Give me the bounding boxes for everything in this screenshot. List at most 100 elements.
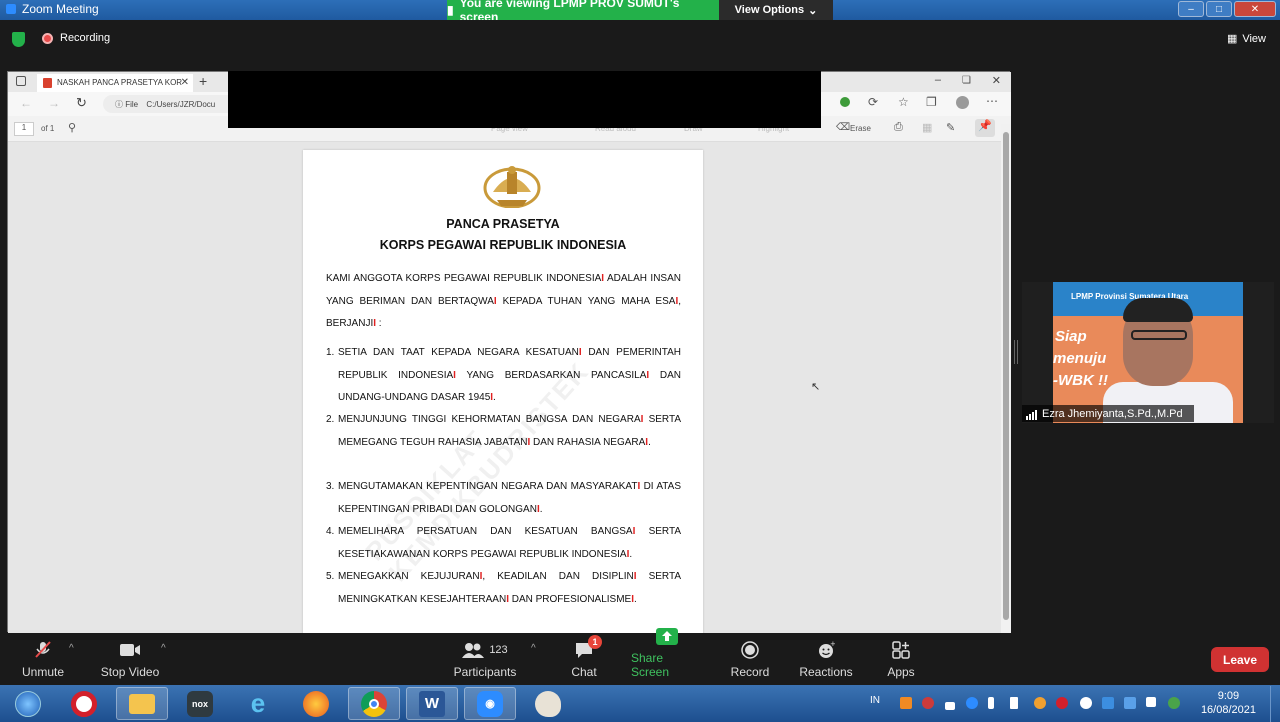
print-icon[interactable]: ⎙	[894, 121, 903, 134]
tray-app-icon[interactable]	[1168, 697, 1180, 709]
close-button[interactable]: ✕	[1234, 1, 1276, 17]
browser-tab[interactable]: NASKAH PANCA PRASETYA KOR ✕	[37, 74, 193, 92]
apps-button[interactable]: Apps	[884, 633, 918, 685]
share-screen-icon: ▮	[447, 3, 454, 17]
action-center-flag-icon[interactable]	[1146, 697, 1156, 707]
favorites-icon[interactable]: ☆	[898, 95, 909, 109]
taskbar-nox[interactable]: nox	[174, 687, 226, 720]
taskbar-internet-explorer[interactable]: e	[232, 687, 284, 720]
zoom-icon: ◉	[477, 690, 503, 717]
start-button[interactable]	[2, 687, 54, 720]
security-shield-icon[interactable]	[12, 32, 25, 47]
meeting-toolbar: Unmute ^ Stop Video ^ 123 Participants ^…	[0, 628, 1280, 685]
browser-close-icon[interactable]: ✕	[992, 74, 1001, 87]
intro-text-a: KAMI ANGGOTA KORPS PEGAWAI REPUBLIK INDO…	[326, 273, 602, 284]
extension-puzzle-icon[interactable]: ⟳	[868, 95, 878, 109]
pdf-viewer[interactable]: PANCA PRASETYA KORPS PEGAWAI REPUBLIK IN…	[8, 142, 1001, 640]
tray-opera-icon[interactable]	[1056, 697, 1068, 709]
address-bar[interactable]: ⓘ File C:/Users/JZR/Docu	[103, 95, 243, 113]
search-icon[interactable]: ⚲	[68, 121, 76, 134]
grid-view-icon: ▦	[1226, 33, 1238, 45]
intro-text-e: :	[376, 318, 382, 329]
doc-intro: KAMI ANGGOTA KORPS PEGAWAI REPUBLIK INDO…	[326, 268, 681, 336]
video-options-caret-icon[interactable]: ^	[161, 643, 166, 654]
smiley-icon: +	[815, 641, 837, 659]
panel-resize-handle[interactable]	[1014, 340, 1018, 364]
apps-label: Apps	[887, 665, 915, 679]
windows-logo-icon	[15, 690, 41, 717]
participant-hair	[1123, 298, 1193, 322]
view-button[interactable]: ▦ View	[1226, 32, 1266, 46]
leave-button[interactable]: Leave	[1211, 647, 1269, 672]
audio-options-caret-icon[interactable]: ^	[69, 643, 74, 654]
tray-app-icon[interactable]	[1080, 697, 1092, 709]
tray-zoom-icon[interactable]	[966, 697, 978, 709]
more-options-icon[interactable]: ⋯	[986, 94, 998, 108]
save-icon[interactable]: ▦	[922, 121, 932, 134]
view-options-button[interactable]: View Options ⌄	[719, 0, 833, 20]
minimize-button[interactable]: –	[1178, 1, 1204, 17]
taskbar-zoom[interactable]: ◉	[464, 687, 516, 720]
participant-video: LPMP Provinsi Sumatera Utara Siap menuju…	[1053, 282, 1243, 423]
pin-toolbar-icon[interactable]: 📌	[975, 119, 995, 137]
extension-icon[interactable]	[840, 97, 850, 107]
collections-icon[interactable]: ❐	[926, 95, 937, 109]
unmute-button[interactable]: Unmute	[20, 633, 66, 685]
tray-app-icon[interactable]	[900, 697, 912, 709]
browser-minimize-icon[interactable]: –	[935, 74, 941, 86]
share-screen-button[interactable]: Share Screen	[631, 628, 703, 685]
back-icon[interactable]: ←	[20, 96, 32, 110]
show-desktop-button[interactable]	[1270, 686, 1280, 722]
input-language[interactable]: IN	[870, 695, 880, 706]
scrollbar-thumb[interactable]	[1003, 132, 1009, 620]
reactions-button[interactable]: + Reactions	[799, 633, 853, 685]
tray-app-icon[interactable]	[1124, 697, 1136, 709]
tray-app-icon[interactable]	[1034, 697, 1046, 709]
pdf-page: PANCA PRASETYA KORPS PEGAWAI REPUBLIK IN…	[303, 150, 703, 640]
item-text: MENGUTAMAKAN KEPENTINGAN NEGARA DAN MASY…	[338, 481, 638, 492]
new-tab-icon[interactable]: +	[199, 73, 207, 89]
participants-caret-icon[interactable]: ^	[531, 643, 536, 654]
chevron-down-icon: ⌄	[808, 4, 818, 17]
volume-icon[interactable]	[988, 697, 994, 709]
taskbar-file-explorer[interactable]	[116, 687, 168, 720]
taskbar-word[interactable]: W	[406, 687, 458, 720]
item-text: .	[629, 548, 633, 560]
shared-browser-window: NASKAH PANCA PRASETYA KOR ✕ + – ❏ ✕ ← → …	[7, 71, 1011, 640]
tray-app-icon[interactable]	[922, 697, 934, 709]
profile-avatar[interactable]	[956, 96, 969, 109]
stop-video-button[interactable]: Stop Video	[100, 633, 160, 685]
mouse-cursor-icon: ↖	[811, 381, 821, 393]
tray-app-icon[interactable]	[1102, 697, 1114, 709]
refresh-icon[interactable]: ↻	[76, 95, 87, 111]
erase-tool[interactable]: Erase	[850, 124, 871, 133]
korpri-emblem-icon	[483, 166, 541, 208]
taskbar-firefox[interactable]	[290, 687, 342, 720]
microphone-muted-icon	[32, 641, 54, 659]
taskbar-chrome[interactable]	[348, 687, 400, 720]
taskbar-paint[interactable]	[522, 687, 574, 720]
stop-video-label: Stop Video	[100, 665, 160, 679]
pdf-scrollbar[interactable]	[1001, 124, 1011, 633]
save-as-icon[interactable]: ✎	[946, 121, 955, 134]
maximize-button[interactable]: □	[1206, 1, 1232, 17]
page-number-input[interactable]: 1	[14, 122, 34, 136]
battery-icon[interactable]	[1010, 697, 1018, 709]
participant-name: Ezra Jhemiyanta,S.Pd.,M.Pd	[1042, 407, 1183, 420]
item-number: 5.	[326, 571, 335, 582]
taskbar-opera[interactable]	[58, 687, 110, 720]
network-icon[interactable]	[945, 702, 955, 710]
system-clock[interactable]: 9:09 16/08/2021	[1201, 689, 1256, 717]
browser-maximize-icon[interactable]: ❏	[962, 75, 971, 86]
item-text: MEMELIHARA PERSATUAN DAN KESATUAN BANGSA	[338, 526, 633, 537]
slogan-line: -WBK !!	[1053, 372, 1108, 389]
chat-button[interactable]: 1 Chat	[564, 633, 604, 685]
tab-actions-icon[interactable]	[16, 76, 26, 86]
forward-icon[interactable]: →	[48, 96, 60, 110]
close-tab-icon[interactable]: ✕	[181, 77, 189, 88]
participants-button[interactable]: 123 Participants	[452, 633, 518, 685]
item-text: .	[539, 503, 543, 515]
record-button[interactable]: Record	[728, 633, 772, 685]
list-item: 2. MENJUNJUNG TINGGI KEHORMATAN BANGSA DA…	[326, 409, 681, 454]
recording-indicator[interactable]: Recording	[42, 32, 110, 44]
